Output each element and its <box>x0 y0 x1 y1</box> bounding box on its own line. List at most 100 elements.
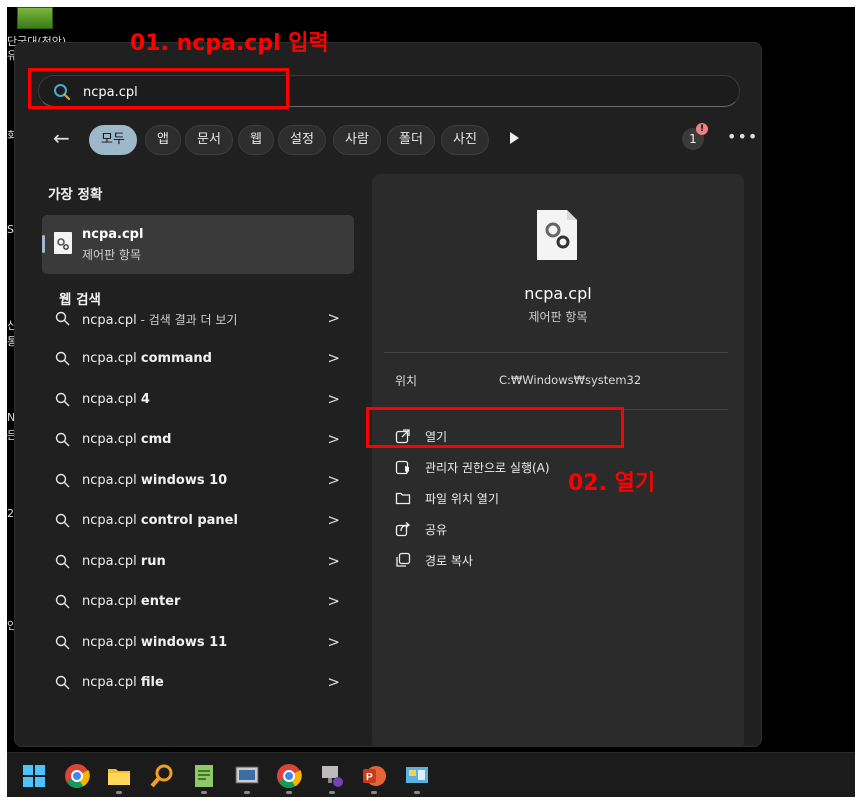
filter-chip-folders[interactable]: 폴더 <box>387 125 435 155</box>
filter-chip-documents[interactable]: 문서 <box>185 125 233 155</box>
back-arrow-icon[interactable]: ← <box>53 127 77 151</box>
running-indicator <box>201 791 207 794</box>
best-match-item[interactable]: ncpa.cpl 제어판 항목 <box>42 215 354 274</box>
query-prefix: ncpa.cpl <box>82 392 141 407</box>
preview-pane: ncpa.cpl 제어판 항목 위치 C:₩Windows₩system32 열… <box>372 174 744 746</box>
admin-shield-icon <box>395 460 409 475</box>
control-panel-file-icon <box>537 210 577 260</box>
more-icon[interactable]: ••• <box>727 127 758 146</box>
running-indicator <box>116 791 122 794</box>
web-search-text: ncpa.cpl file <box>82 675 164 690</box>
query-completion: cmd <box>140 432 172 447</box>
remote-desktop-icon[interactable] <box>234 763 260 789</box>
action-share[interactable]: 공유 <box>395 519 715 541</box>
query-prefix: ncpa.cpl <box>82 675 141 690</box>
control-panel-file-icon <box>54 232 72 254</box>
search-icon <box>55 392 70 407</box>
best-match-heading: 가장 정확 <box>48 187 103 203</box>
annotation-box-search <box>28 68 289 109</box>
chevron-right-icon[interactable]: > <box>327 430 340 448</box>
chevron-right-icon[interactable]: > <box>327 390 340 408</box>
search-icon <box>55 675 70 690</box>
search-icon <box>55 473 70 488</box>
web-search-text: ncpa.cpl enter <box>82 594 180 609</box>
chevron-right-icon[interactable]: > <box>327 673 340 691</box>
filter-chip-people[interactable]: 사람 <box>333 125 381 155</box>
action-run-as-admin[interactable]: 관리자 권한으로 실행(A) <box>395 457 715 479</box>
web-search-item[interactable]: ncpa.cpl - 검색 결과 더 보기 > <box>42 301 354 337</box>
web-search-item[interactable]: ncpa.cpl 4 > <box>42 382 354 418</box>
web-search-text: ncpa.cpl - 검색 결과 더 보기 <box>82 311 237 328</box>
web-search-text: ncpa.cpl run <box>82 554 166 569</box>
chevron-right-icon[interactable]: > <box>327 592 340 610</box>
annotation-box-open <box>366 407 624 448</box>
windows-start-icon[interactable] <box>21 763 47 789</box>
query-prefix: ncpa.cpl <box>82 513 141 528</box>
share-icon <box>395 522 411 537</box>
web-search-item[interactable]: ncpa.cpl windows 10 > <box>42 463 354 499</box>
search-panel: ← 모두 앱 문서 웹 설정 사람 폴더 사진 1 ! ••• 가장 정확 nc… <box>14 42 762 747</box>
query-prefix: ncpa.cpl <box>82 635 141 650</box>
filter-chip-apps[interactable]: 앱 <box>145 125 181 155</box>
chrome-icon[interactable] <box>64 763 90 789</box>
search-icon <box>55 594 70 609</box>
action-open-file-location[interactable]: 파일 위치 열기 <box>395 488 715 510</box>
chrome-alt-icon[interactable] <box>276 763 302 789</box>
filter-chip-all[interactable]: 모두 <box>89 125 137 155</box>
query-prefix: ncpa.cpl <box>82 313 137 328</box>
web-search-item[interactable]: ncpa.cpl cmd > <box>42 422 354 458</box>
search-icon <box>55 432 70 447</box>
chevron-right-icon[interactable]: > <box>327 471 340 489</box>
search-icon <box>55 351 70 366</box>
search-icon <box>55 513 70 528</box>
web-search-item[interactable]: ncpa.cpl file > <box>42 665 354 701</box>
folder-icon <box>395 492 411 505</box>
web-search-item[interactable]: ncpa.cpl enter > <box>42 584 354 620</box>
desktop-label: 2 <box>7 507 14 520</box>
chevron-right-icon[interactable]: > <box>327 552 340 570</box>
search-icon <box>55 311 70 326</box>
filter-chip-settings[interactable]: 설정 <box>278 125 326 155</box>
web-search-item[interactable]: ncpa.cpl windows 11 > <box>42 625 354 661</box>
action-copy-path[interactable]: 경로 복사 <box>395 550 715 572</box>
control-panel-icon[interactable] <box>404 763 430 789</box>
desktop-shortcut-icon[interactable] <box>17 7 53 29</box>
notepad-icon[interactable] <box>191 763 217 789</box>
annotation-step2: 02. 열기 <box>568 471 656 496</box>
taskbar: P <box>7 752 855 797</box>
web-search-text: ncpa.cpl windows 11 <box>82 635 227 650</box>
filter-chip-photos[interactable]: 사진 <box>441 125 489 155</box>
search-app-icon[interactable] <box>149 763 175 789</box>
network-app-icon[interactable] <box>319 763 345 789</box>
running-indicator <box>414 791 420 794</box>
desktop: 단국대(천안) 유 회 S 신 통 N 든 2 인 ← 모두 앱 문서 웹 설정… <box>7 7 855 797</box>
file-explorer-icon[interactable] <box>106 763 132 789</box>
divider <box>384 352 728 353</box>
query-prefix: ncpa.cpl <box>82 432 141 447</box>
web-search-text: ncpa.cpl cmd <box>82 432 171 447</box>
query-prefix: ncpa.cpl <box>82 351 141 366</box>
web-search-text: ncpa.cpl 4 <box>82 392 150 407</box>
chevron-right-icon[interactable]: > <box>327 309 340 327</box>
desktop-label: S <box>7 223 14 236</box>
powerpoint-icon[interactable]: P <box>361 763 387 789</box>
chevron-right-icon[interactable]: > <box>327 633 340 651</box>
query-completion: file <box>140 675 164 690</box>
web-search-text: ncpa.cpl control panel <box>82 513 238 528</box>
web-search-item[interactable]: ncpa.cpl command > <box>42 341 354 377</box>
query-suffix: - 검색 결과 더 보기 <box>136 313 238 327</box>
svg-text:P: P <box>366 772 373 783</box>
web-search-item[interactable]: ncpa.cpl control panel > <box>42 503 354 539</box>
query-completion: control panel <box>140 513 238 528</box>
chevron-right-icon[interactable]: > <box>327 349 340 367</box>
action-label: 공유 <box>425 523 448 537</box>
play-icon[interactable] <box>510 132 519 144</box>
running-indicator <box>244 791 250 794</box>
web-search-text: ncpa.cpl windows 10 <box>82 473 227 488</box>
filter-chip-web[interactable]: 웹 <box>238 125 274 155</box>
chevron-right-icon[interactable]: > <box>327 511 340 529</box>
web-search-item[interactable]: ncpa.cpl run > <box>42 544 354 580</box>
search-icon <box>55 635 70 650</box>
running-indicator <box>329 791 335 794</box>
filter-bar: ← 모두 앱 문서 웹 설정 사람 폴더 사진 1 ! ••• <box>45 123 757 155</box>
